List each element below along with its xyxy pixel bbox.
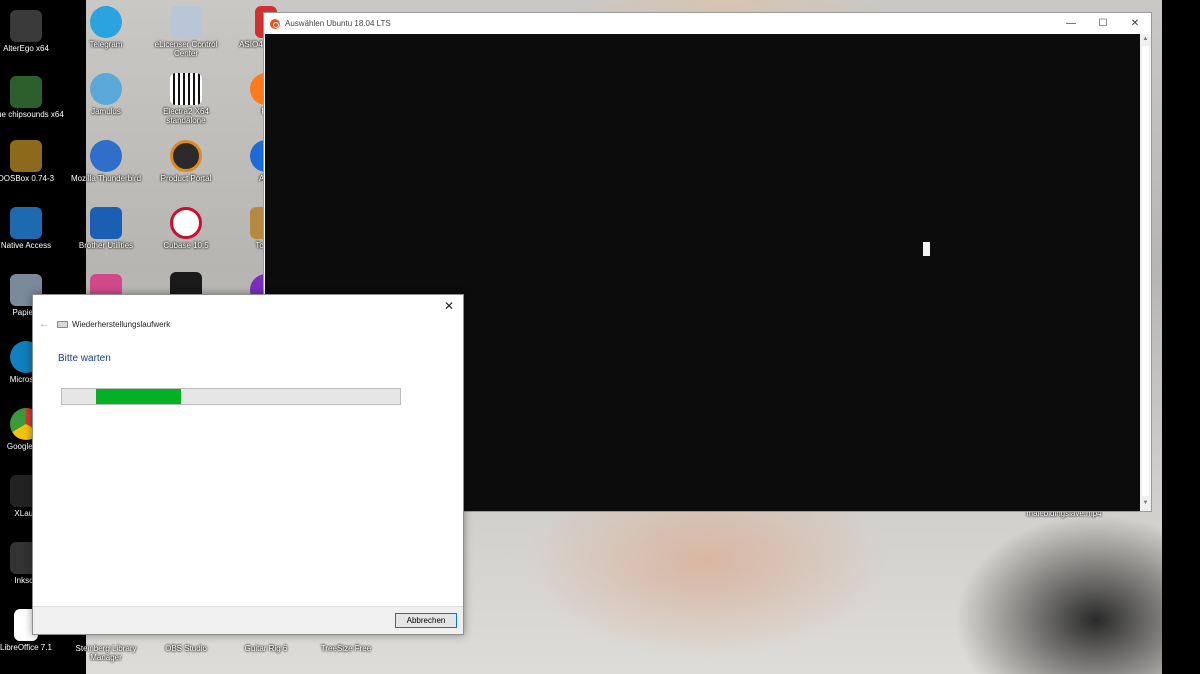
desktop-icon-dosbox[interactable]: DOSBox 0.74-3 [0, 140, 66, 183]
elicenser-icon [170, 6, 202, 38]
desktop-icon-electra[interactable]: Electra2 X64 standalone [146, 73, 226, 125]
progress-indicator [96, 389, 181, 404]
dialog-footer: Abbrechen [33, 606, 463, 634]
scroll-up-icon[interactable]: ▲ [1140, 34, 1151, 44]
minimize-button[interactable]: — [1055, 14, 1087, 34]
back-arrow-icon[interactable]: ← [37, 319, 51, 330]
close-button[interactable]: ✕ [1119, 14, 1151, 34]
cubase-icon [170, 207, 202, 239]
wizard-nav: ← Wiederherstellungslaufwerk [37, 319, 170, 330]
telegram-icon [90, 6, 122, 38]
desktop-icon-brother[interactable]: Brother Utilities [66, 207, 146, 250]
alterego-icon [10, 10, 42, 42]
scroll-down-icon[interactable]: ▼ [1140, 498, 1151, 508]
wizard-title: Wiederherstellungslaufwerk [72, 320, 171, 329]
text-cursor [923, 242, 930, 256]
desktop-icon-jamulus[interactable]: Jamulus [66, 73, 146, 116]
progress-bar [61, 388, 401, 405]
thunderbird-icon [90, 140, 122, 172]
wizard-heading: Bitte warten [58, 353, 111, 364]
jamulus-icon [90, 73, 122, 105]
brother-icon [90, 207, 122, 239]
terminal-scrollbar[interactable]: ▲ ▼ [1140, 34, 1151, 511]
desktop-icon-native-access[interactable]: Native Access [0, 207, 66, 250]
desktop-edge [1162, 0, 1200, 674]
desktop-icon-alterego[interactable]: AlterEgo x64 [0, 10, 66, 53]
ubuntu-icon [270, 18, 280, 29]
desktop-icon-product-portal[interactable]: Product Portal [146, 140, 226, 183]
window-controls: — ☐ ✕ [1055, 14, 1151, 34]
product-portal-icon [170, 140, 202, 172]
desktop-icon-elicenser[interactable]: eLicenser Control Center [146, 6, 226, 58]
cancel-button[interactable]: Abbrechen [395, 613, 457, 628]
native-access-icon [10, 207, 42, 239]
chipsounds-icon [10, 76, 42, 108]
desktop-icon-chipsounds[interactable]: ogue chipsounds x64 [0, 76, 66, 119]
electra-icon [170, 73, 202, 105]
drive-icon [57, 321, 68, 328]
terminal-title-bar[interactable]: Auswählen Ubuntu 18.04 LTS — ☐ ✕ [264, 13, 1151, 34]
dialog-close-button[interactable]: ✕ [439, 297, 459, 315]
maximize-button[interactable]: ☐ [1087, 14, 1119, 34]
desktop-icon-cubase[interactable]: Cubase 10.5 [146, 207, 226, 250]
dosbox-icon [10, 140, 42, 172]
desktop-icon-telegram[interactable]: Telegram [66, 6, 146, 49]
desktop-icon-thunderbird[interactable]: Mozilla Thunderbird [66, 140, 146, 183]
terminal-title: Auswählen Ubuntu 18.04 LTS [285, 19, 391, 28]
recovery-drive-dialog[interactable]: ✕ ← Wiederherstellungslaufwerk Bitte war… [32, 294, 464, 635]
scrollbar-thumb[interactable] [1142, 46, 1149, 496]
